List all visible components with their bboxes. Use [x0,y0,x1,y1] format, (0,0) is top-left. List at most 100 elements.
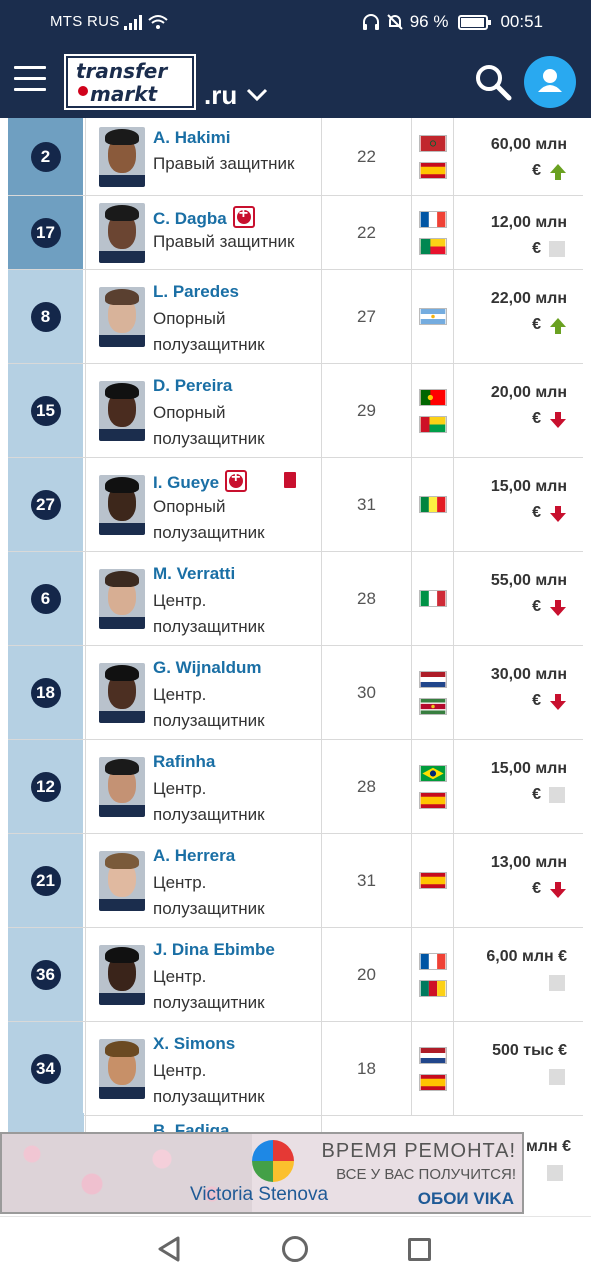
menu-icon[interactable] [14,66,46,92]
shirt-number-cell: 27 [8,458,84,551]
player-photo[interactable] [99,381,145,441]
market-value-link[interactable]: 30,00 млн [491,666,567,684]
search-icon[interactable] [474,63,512,101]
injury-icon[interactable] [232,205,255,228]
portugal-flag-icon[interactable] [418,388,447,406]
player-name-link[interactable]: X. Simons [153,1034,235,1053]
player-photo[interactable] [99,663,145,723]
table-row: 15 D. Pereira Опорный полузащитник 29 20,00 … [8,364,583,458]
market-value-link[interactable]: 20,00 млн [491,384,567,402]
player-photo[interactable] [99,203,145,263]
player-position: Правый защитник [153,232,295,251]
spain-flag-icon[interactable] [418,161,447,179]
player-name-link[interactable]: C. Dagba [153,209,227,228]
trend-down-icon [549,693,567,711]
ad-banner[interactable]: Victoria Stenova ВРЕМЯ РЕМОНТА! ВСЕ У ВА… [0,1132,524,1214]
player-name-link[interactable]: D. Pereira [153,376,232,395]
player-position: Центр. полузащитник [153,779,265,824]
player-name-link[interactable]: M. Verratti [153,564,235,583]
player-age: 22 [322,196,412,269]
cameroon-flag-icon[interactable] [418,979,447,997]
market-value-link[interactable]: 500 тыс € [492,1042,567,1060]
carrier-label: MTS RUS [50,13,120,30]
spain-flag-icon[interactable] [418,872,447,889]
system-nav-bar [0,1216,591,1280]
transfermarkt-logo[interactable]: transfer markt [64,54,196,110]
france-flag-icon[interactable] [418,210,447,228]
back-icon[interactable] [156,1235,182,1263]
player-name-link[interactable]: G. Wijnaldum [153,658,261,677]
market-value-link[interactable]: 22,00 млн [491,290,567,308]
argentina-flag-icon[interactable] [418,308,447,325]
player-cell: J. Dina Ebimbe Центр. полузащитник [85,928,322,1021]
currency-label: € [532,504,541,521]
injury-icon[interactable] [225,469,248,492]
market-value-cell: 60,00 млн € [454,118,583,195]
domain-selector-label[interactable]: .ru [204,80,237,111]
player-photo[interactable] [99,945,145,1005]
nationality-cell [412,552,454,645]
home-icon[interactable] [282,1236,308,1262]
chevron-down-icon[interactable] [246,88,268,102]
status-bar: MTS RUS 96 % 00:51 [0,0,591,44]
player-age: 31 [322,834,412,927]
shirt-number-cell: 12 [8,740,84,833]
market-value-link[interactable]: 13,00 млн [491,854,567,872]
player-name-link[interactable]: Rafinha [153,752,215,771]
suriname-flag-icon[interactable] [418,697,447,715]
netherlands-flag-icon[interactable] [418,670,447,688]
player-photo[interactable] [99,287,145,347]
market-value-cell: 30,00 млн € [454,646,583,739]
player-photo[interactable] [99,851,145,911]
spain-flag-icon[interactable] [418,791,447,809]
user-account-button[interactable] [524,56,576,108]
market-value-link[interactable]: 15,00 млн [491,760,567,778]
ad-headline: ВРЕМЯ РЕМОНТА! [321,1140,516,1162]
trend-neutral-icon [549,1069,567,1087]
player-age: 29 [322,364,412,457]
player-cell: X. Simons Центр. полузащитник [85,1022,322,1115]
trend-neutral-icon [549,787,567,805]
france-flag-icon[interactable] [418,952,447,970]
player-name-link[interactable]: J. Dina Ebimbe [153,940,275,959]
player-name-link[interactable]: A. Hakimi [153,128,230,147]
brand-logo-icon [252,1140,294,1182]
table-row: 21 A. Herrera Центр. полузащитник 31 13,00 м… [8,834,583,928]
player-photo[interactable] [99,475,145,535]
player-name-link[interactable]: I. Gueye [153,473,219,492]
player-photo[interactable] [99,1039,145,1099]
table-row: 8 L. Paredes Опорный полузащитник 27 22,00 м… [8,270,583,364]
shirt-number-badge: 15 [30,395,61,426]
market-value-link[interactable]: 15,00 млн [491,478,567,496]
player-name-link[interactable]: L. Paredes [153,282,239,301]
morocco-flag-icon[interactable] [418,134,447,152]
player-photo[interactable] [99,127,145,187]
red-card-icon[interactable] [284,472,296,488]
market-value-link[interactable]: 6,00 млн € [486,948,567,966]
benin-flag-icon[interactable] [418,237,447,255]
player-position: Опорный полузащитник [153,497,265,542]
nationality-cell [412,458,454,551]
player-photo[interactable] [99,757,145,817]
italy-flag-icon[interactable] [418,590,447,607]
shirt-number-cell: 15 [8,364,84,457]
senegal-flag-icon[interactable] [418,496,447,513]
player-name-link[interactable]: A. Herrera [153,846,235,865]
brazil-flag-icon[interactable] [418,764,447,782]
netherlands-flag-icon[interactable] [418,1046,447,1064]
guinea-bissau-flag-icon[interactable] [418,415,447,433]
shirt-number-badge: 2 [30,141,61,172]
market-value-link[interactable]: 60,00 млн [491,136,567,154]
market-value-cell: 55,00 млн € [454,552,583,645]
mute-bell-icon [386,14,403,30]
market-value-link[interactable]: 12,00 млн [491,214,567,232]
player-position: Центр. полузащитник [153,685,265,730]
trend-up-icon [549,163,567,181]
market-value-link[interactable]: 55,00 млн [491,572,567,590]
recent-apps-icon[interactable] [408,1238,431,1261]
table-row: 18 G. Wijnaldum Центр. полузащитник 30 30,00… [8,646,583,740]
spain-flag-icon[interactable] [418,1073,447,1091]
currency-label: € [532,240,541,257]
market-value-cell: 13,00 млн € [454,834,583,927]
player-photo[interactable] [99,569,145,629]
